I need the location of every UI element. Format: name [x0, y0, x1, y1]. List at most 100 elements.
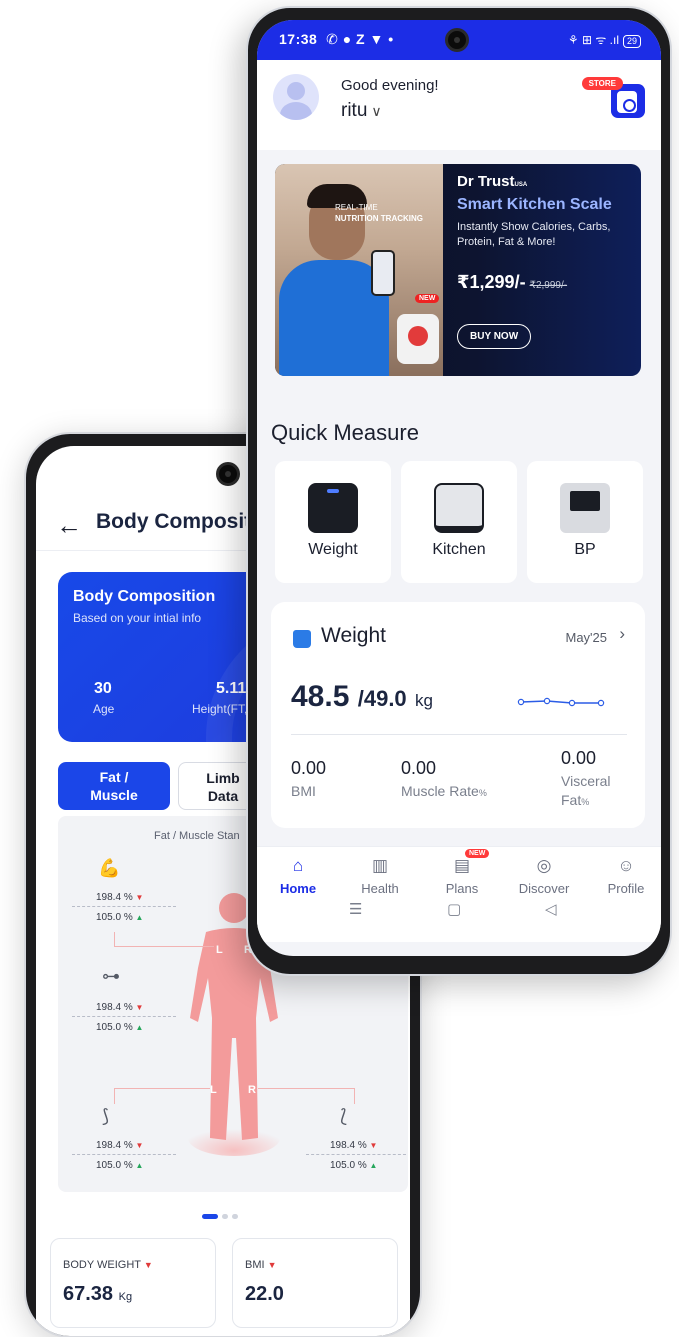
- fat-value: 198.4 % ▼: [96, 1002, 144, 1013]
- current-weight: 48.5: [291, 680, 350, 713]
- profile-icon: ☺: [617, 856, 635, 875]
- brand-logo: Dr TrustUSA: [457, 173, 527, 190]
- back-arrow-icon[interactable]: ←: [56, 510, 82, 541]
- muscle-number: 105.0: [96, 912, 122, 923]
- unit: %: [123, 1022, 133, 1033]
- bmi-label-text: BMI: [245, 1259, 265, 1271]
- body-weight-label-text: BODY WEIGHT: [63, 1259, 141, 1271]
- weight-bag-icon: [293, 630, 311, 648]
- dash-divider: [72, 1016, 176, 1017]
- fat-number: 198.4: [96, 892, 122, 903]
- price: ₹1,299/-: [457, 272, 526, 292]
- username: ritu: [341, 100, 368, 121]
- age-label: Age: [93, 702, 115, 716]
- connector-line: [114, 946, 214, 947]
- weight-card[interactable]: Weight May'25 › 48.5 /49.0 kg 0.00 BMI 0…: [271, 602, 645, 828]
- product-price: ₹1,299/- ₹2,999/-: [457, 272, 567, 293]
- home-button[interactable]: ▢: [447, 900, 461, 918]
- tab-label: Plans: [445, 881, 479, 896]
- tab-limb-data-line1: Limb: [206, 770, 240, 786]
- muscle-number: 105.0: [330, 1160, 356, 1171]
- body-weight-unit: Kg: [118, 1291, 133, 1303]
- new-tag: NEW: [415, 294, 440, 303]
- tab-plans[interactable]: ▤ NEW Plans: [421, 849, 503, 896]
- left-label: L: [216, 944, 223, 956]
- status-time: 17:38 ✆ ● Z ▼ •: [279, 31, 394, 48]
- unit: %: [123, 1002, 133, 1013]
- fat-value: 198.4 % ▼: [96, 1140, 144, 1151]
- muscle-value: 105.0 % ▲: [96, 912, 144, 923]
- dumbbell-icon: ⊶: [102, 966, 120, 986]
- muscle-value: 105.0 % ▲: [96, 1022, 144, 1033]
- page-dot[interactable]: [222, 1214, 228, 1219]
- muscle-number: 105.0: [96, 1160, 122, 1171]
- clock: 17:38: [279, 31, 318, 47]
- banner-photo: NEW REAL-TIME NUTRITION TRACKING: [275, 164, 443, 376]
- promo-banner[interactable]: NEW REAL-TIME NUTRITION TRACKING Dr Trust…: [275, 164, 641, 376]
- tab-profile[interactable]: ☺ Profile: [585, 855, 661, 896]
- tab-home[interactable]: ⌂ Home: [257, 855, 339, 896]
- fat-text: Fat: [561, 792, 582, 808]
- compass-icon: ◎: [536, 856, 552, 875]
- avatar[interactable]: [273, 74, 319, 120]
- tab-fat-muscle[interactable]: Fat / Muscle: [58, 762, 170, 810]
- store-badge: STORE: [581, 77, 623, 90]
- weight-month[interactable]: May'25: [565, 630, 607, 645]
- quick-measure-weight[interactable]: Weight: [275, 461, 391, 583]
- card-subtitle: Based on your intial info: [73, 611, 202, 625]
- new-badge: NEW: [465, 849, 490, 858]
- page-indicator[interactable]: [202, 1206, 242, 1224]
- quick-measure-bp[interactable]: BP: [527, 461, 643, 583]
- signal-icons: ⚘ ⊞ ᯤ .ıl: [567, 33, 619, 47]
- goal-weight: /49.0: [357, 686, 407, 711]
- arm-muscle-icon: 💪: [98, 858, 121, 878]
- tab-label: Profile: [607, 881, 645, 896]
- bmi-card[interactable]: BMI ▼ 22.0: [232, 1238, 398, 1328]
- unit: %: [357, 1160, 367, 1171]
- home-icon: ⌂: [292, 856, 304, 875]
- height-label: Height(FT,: [192, 702, 248, 716]
- visceral-text: Visceral: [561, 773, 611, 789]
- chevron-down-icon: ∨: [371, 103, 382, 119]
- percent-unit: %: [478, 788, 487, 798]
- brand-name: Dr Trust: [457, 173, 515, 190]
- leg-left-icon: ⟆: [102, 1106, 110, 1126]
- page-title: Body Compositi: [96, 510, 257, 533]
- notification-icons: ✆ ● Z ▼ •: [326, 31, 394, 47]
- connector-line: [114, 932, 115, 946]
- battery-icon: 29: [622, 35, 641, 48]
- connector-line: [354, 1088, 355, 1104]
- bmi-value: 22.0: [245, 1283, 284, 1305]
- camera-icon: [445, 28, 469, 52]
- connector-line: [114, 1088, 115, 1104]
- quick-measure-kitchen[interactable]: Kitchen: [401, 461, 517, 583]
- user-switcher[interactable]: ritu ∨: [341, 100, 382, 122]
- tab-label: Health: [361, 881, 399, 896]
- visceral-fat-value: 0.00: [561, 748, 597, 768]
- old-price: ₹2,999/-: [529, 280, 568, 291]
- product-name: Smart Kitchen Scale: [457, 196, 612, 213]
- page-dot-active[interactable]: [202, 1214, 218, 1219]
- tab-discover[interactable]: ◎ Discover: [503, 855, 585, 896]
- page-dot[interactable]: [232, 1214, 238, 1219]
- weight-card-title: Weight: [321, 624, 386, 647]
- muscle-rate-value: 0.00: [401, 758, 437, 778]
- body-weight-card[interactable]: BODY WEIGHT ▼ 67.38 Kg: [50, 1238, 216, 1328]
- panel-title: Fat / Muscle Stan: [154, 830, 240, 842]
- tab-label: Home: [279, 881, 317, 896]
- buy-now-button[interactable]: BUY NOW: [457, 324, 532, 349]
- back-button[interactable]: ◁: [545, 900, 557, 918]
- realtime-line2: NUTRITION TRACKING: [335, 214, 423, 223]
- right-label-lower: R: [248, 1084, 256, 1096]
- unit: %: [123, 892, 133, 903]
- phone-graphic: [371, 250, 395, 296]
- recents-button[interactable]: ☰: [349, 900, 362, 918]
- connector-line: [258, 1088, 354, 1089]
- card-title: Body Composition: [73, 588, 216, 605]
- tab-health[interactable]: ▥ Health: [339, 855, 421, 896]
- chevron-right-icon[interactable]: ›: [619, 624, 625, 644]
- unit: %: [357, 1140, 367, 1151]
- product-description: Instantly Show Calories, Carbs, Protein,…: [457, 221, 611, 248]
- quick-measure-label: Kitchen: [432, 541, 486, 558]
- tab-label: Discover: [518, 881, 570, 896]
